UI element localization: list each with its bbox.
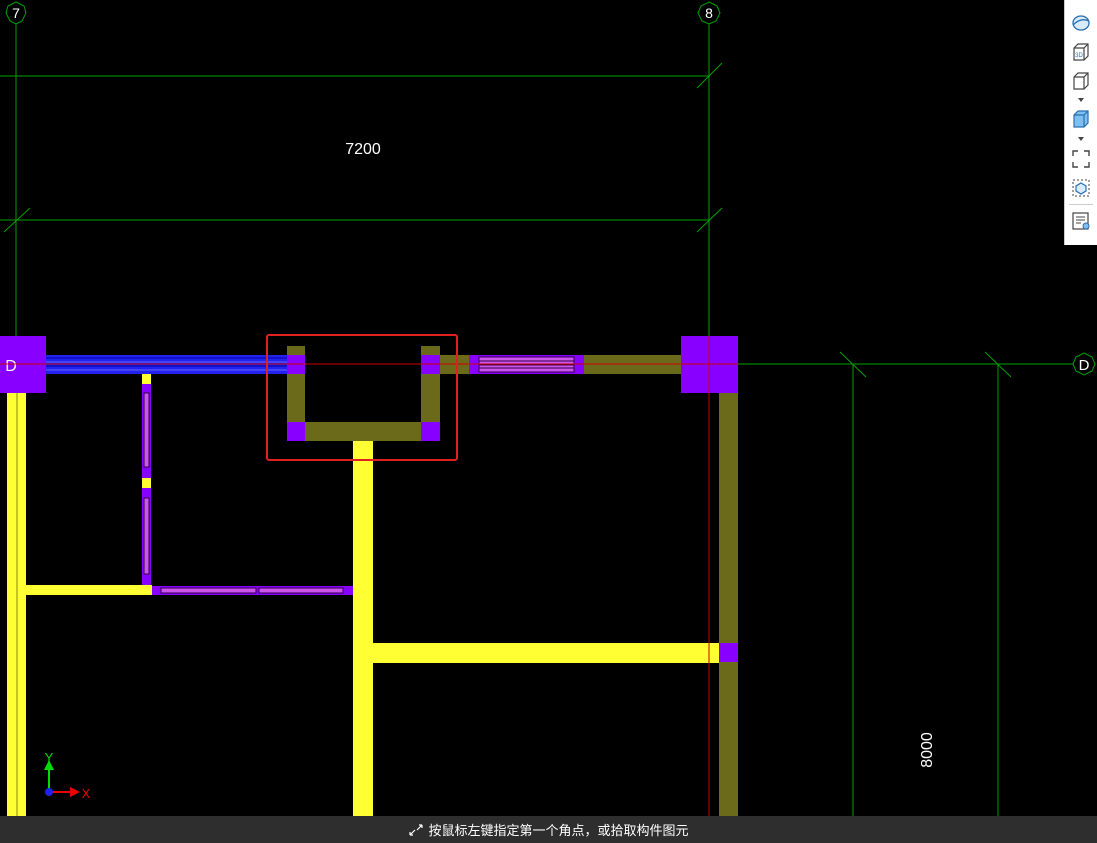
view-toolbar: 3D [1064, 0, 1097, 245]
chevron-down-icon[interactable] [1077, 136, 1085, 142]
wall-yellow-horizontal-upper [26, 585, 152, 595]
axis-bubble-7: 7 [5, 1, 27, 25]
wall-yellow-short [142, 374, 151, 384]
dimension-8000: 8000 [919, 732, 936, 768]
wall-olive-u-bottom [287, 422, 440, 441]
corner-arrows-icon [409, 823, 424, 836]
svg-text:X: X [82, 786, 91, 801]
cad-canvas[interactable]: 7 8 D 7200 8000 D Y X [0, 0, 1097, 843]
svg-text:D: D [1079, 357, 1090, 374]
status-bar: 按鼠标左键指定第一个角点，或拾取构件图元 [0, 816, 1097, 843]
wall-yellow-horizontal-lower [373, 643, 720, 663]
axis-label-d-left: D [5, 358, 17, 375]
component-select-icon[interactable] [1070, 177, 1092, 199]
svg-text:3D: 3D [1075, 53, 1083, 59]
column-small [287, 422, 305, 441]
cube-wireframe-icon[interactable] [1070, 70, 1092, 92]
cube-solid-icon[interactable] [1070, 108, 1092, 130]
orbit-view-icon[interactable] [1070, 12, 1092, 34]
wall-olive-right [719, 392, 738, 843]
wall-yellow-short [142, 478, 151, 488]
svg-text:Y: Y [45, 750, 54, 765]
column-small [421, 422, 440, 441]
axis-bubble-8: 8 [697, 1, 721, 25]
status-message: 按鼠标左键指定第一个角点，或拾取构件图元 [428, 824, 689, 839]
svg-text:8: 8 [705, 5, 713, 21]
svg-text:7: 7 [12, 5, 20, 21]
column-small [719, 643, 738, 662]
wall-yellow-center [353, 441, 373, 843]
axis-bubble-d-right: D [1072, 352, 1096, 376]
properties-panel-icon[interactable] [1070, 210, 1092, 232]
ucs-icon: Y X [44, 750, 91, 801]
chevron-down-icon[interactable] [1077, 97, 1085, 103]
dimension-7200: 7200 [345, 141, 381, 158]
zoom-extents-icon[interactable] [1070, 148, 1092, 170]
3d-view-icon[interactable]: 3D [1070, 41, 1092, 63]
